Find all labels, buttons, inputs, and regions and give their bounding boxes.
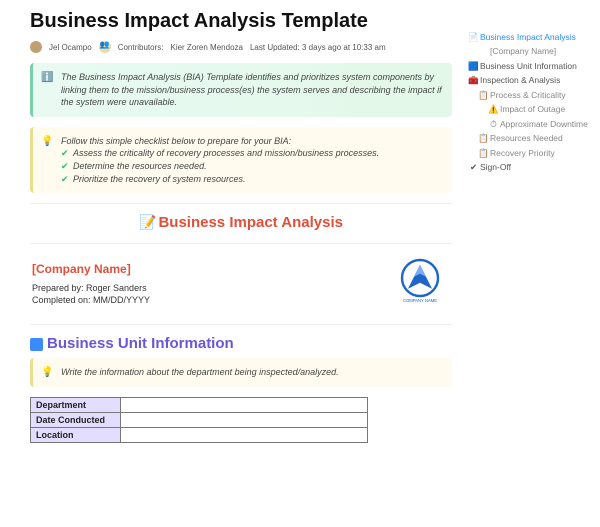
outline-item[interactable]: [Company Name]: [468, 44, 596, 58]
lightbulb-icon: 💡: [41, 366, 53, 380]
table-row: Date Conducted: [31, 412, 368, 427]
page-title: Business Impact Analysis Template: [30, 10, 452, 33]
check-icon: ✔: [61, 147, 73, 160]
row-header: Date Conducted: [31, 412, 121, 427]
row-header: Department: [31, 397, 121, 412]
checklist-text: Assess the criticality of recovery proce…: [73, 148, 379, 158]
intro-callout: ℹ️ The Business Impact Analysis (BIA) Te…: [30, 63, 452, 117]
outline-label: Process & Criticality: [490, 90, 566, 100]
lightbulb-icon: 💡: [41, 135, 53, 149]
outline-label: Recovery Priority: [490, 148, 555, 158]
checklist-callout: 💡 Follow this simple checklist below to …: [30, 127, 452, 193]
checklist-text: Prioritize the recovery of system resour…: [73, 174, 246, 184]
completed-on: Completed on: MM/DD/YYYY: [32, 294, 150, 307]
table-row: Location: [31, 427, 368, 442]
contributor-name: Kier Zoren Mendoza: [170, 43, 242, 52]
bui-callout-text: Write the information about the departme…: [61, 367, 339, 377]
checklist-item: ✔Assess the criticality of recovery proc…: [61, 147, 442, 160]
table-row: Department: [31, 397, 368, 412]
meta-row: Jel Ocampo Contributors: Kier Zoren Mend…: [30, 41, 452, 53]
outline-item[interactable]: 📄Business Impact Analysis: [468, 30, 596, 44]
section-bia-title: 📝Business Impact Analysis: [30, 214, 452, 231]
check-icon: ✔: [61, 160, 73, 173]
checklist-text: Determine the resources needed.: [73, 161, 207, 171]
checklist-item: ✔Prioritize the recovery of system resou…: [61, 173, 442, 186]
outline-item[interactable]: 📋Recovery Priority: [468, 146, 596, 160]
divider: [30, 203, 452, 204]
department-table: Department Date Conducted Location: [30, 397, 368, 443]
outline-label: Impact of Outage: [500, 104, 565, 114]
outline-item[interactable]: 📋Resources Needed: [468, 131, 596, 145]
outline-label: Business Unit Information: [480, 61, 577, 71]
row-header: Location: [31, 427, 121, 442]
intro-text: The Business Impact Analysis (BIA) Templ…: [61, 72, 442, 107]
checklist-lead: Follow this simple checklist below to pr…: [61, 135, 442, 148]
company-name: [Company Name]: [32, 262, 150, 276]
bui-callout: 💡 Write the information about the depart…: [30, 358, 452, 387]
outline-label: Sign-Off: [480, 162, 511, 172]
last-updated: Last Updated: 3 days ago at 10:33 am: [250, 43, 386, 52]
outline-icon: ⏱: [488, 117, 499, 131]
company-block: [Company Name] Prepared by: Roger Sander…: [32, 254, 450, 314]
outline-label: Inspection & Analysis: [480, 75, 560, 85]
checklist-item: ✔Determine the resources needed.: [61, 160, 442, 173]
section-bui-title: Business Unit Information: [30, 335, 452, 352]
svg-text:COMPANY NAME: COMPANY NAME: [403, 298, 437, 303]
company-info: [Company Name] Prepared by: Roger Sander…: [32, 262, 150, 307]
outline-icon: ⚠️: [488, 102, 499, 116]
outline-item[interactable]: 📋Process & Criticality: [468, 88, 596, 102]
section-bui-text: Business Unit Information: [47, 335, 234, 352]
divider: [30, 324, 452, 325]
divider: [30, 243, 452, 244]
author-avatar: [30, 41, 42, 53]
prepared-by: Prepared by: Roger Sanders: [32, 282, 150, 295]
contributors-label: Contributors:: [118, 43, 164, 52]
section-bia-text: Business Impact Analysis: [158, 214, 343, 231]
outline-icon: 📋: [478, 131, 489, 145]
row-value[interactable]: [121, 412, 368, 427]
outline-item[interactable]: ✔Sign-Off: [468, 160, 596, 174]
outline-item[interactable]: 🟦Business Unit Information: [468, 59, 596, 73]
outline-icon: ✔: [468, 160, 479, 174]
document-icon: 📝: [139, 214, 156, 230]
square-icon: [30, 338, 43, 351]
document-body: Business Impact Analysis Template Jel Oc…: [0, 0, 460, 443]
outline-label: [Company Name]: [490, 46, 556, 56]
outline-label: Resources Needed: [490, 133, 563, 143]
outline-item[interactable]: ⚠️Impact of Outage: [468, 102, 596, 116]
outline-label: Business Impact Analysis: [480, 32, 576, 42]
outline-item[interactable]: 🧰Inspection & Analysis: [468, 73, 596, 87]
outline-sidebar: 📄Business Impact Analysis [Company Name] 🟦…: [468, 30, 596, 174]
outline-icon: 🧰: [468, 73, 479, 87]
author-name: Jel Ocampo: [49, 43, 92, 52]
row-value[interactable]: [121, 427, 368, 442]
outline-icon: 📋: [478, 146, 489, 160]
outline-label: Approximate Downtime: [500, 119, 588, 129]
outline-icon: 📄: [468, 30, 479, 44]
outline-item[interactable]: ⏱Approximate Downtime: [468, 117, 596, 131]
outline-icon: 📋: [478, 88, 489, 102]
company-logo: COMPANY NAME: [390, 254, 450, 314]
row-value[interactable]: [121, 397, 368, 412]
info-icon: ℹ️: [41, 71, 53, 85]
outline-icon: 🟦: [468, 59, 479, 73]
check-icon: ✔: [61, 173, 73, 186]
contributors-icon: [99, 41, 111, 53]
